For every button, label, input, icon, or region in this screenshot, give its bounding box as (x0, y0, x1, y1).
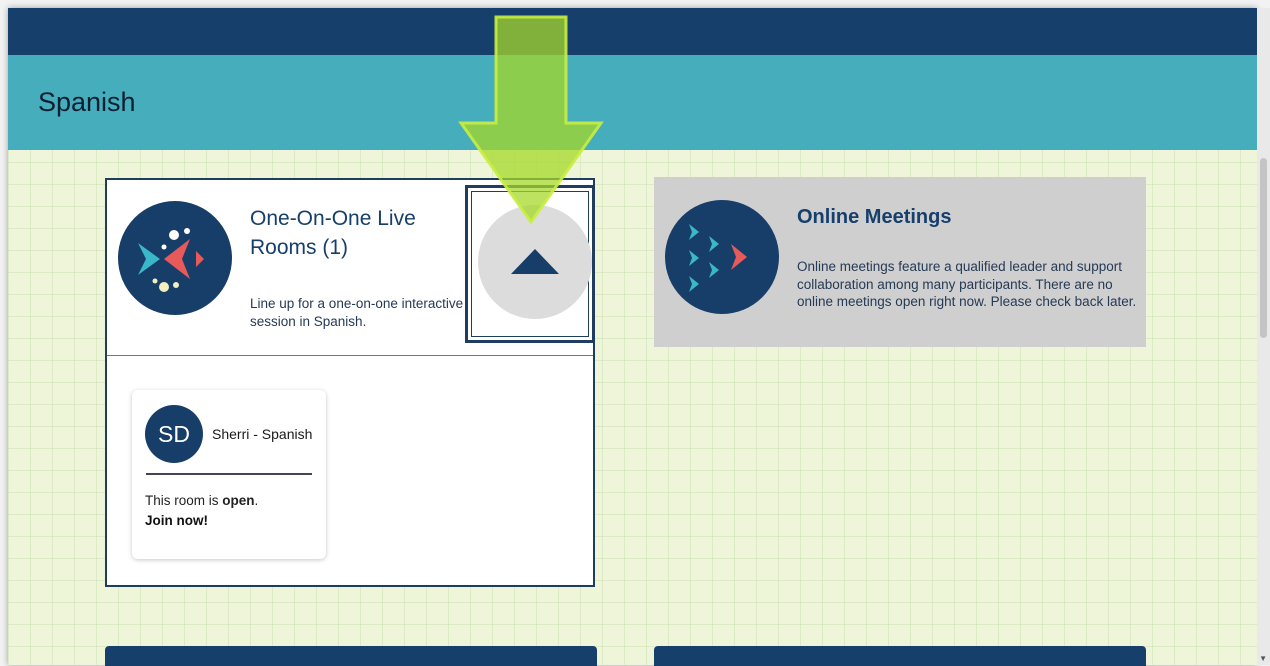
live-rooms-card: One-On-One Live Rooms (1) Line up for a … (105, 178, 595, 587)
page-title: Spanish (38, 87, 136, 117)
room-name: Sherri - Spanish (212, 426, 313, 442)
live-rooms-title: One-On-One Live Rooms (1) (250, 207, 416, 260)
room-status-value: open (222, 493, 255, 508)
avatar: SD (145, 405, 203, 463)
fish-school-logo-icon (665, 200, 779, 314)
bottom-card-left (105, 646, 597, 666)
online-meetings-card: Online Meetings Online meetings feature … (654, 177, 1146, 347)
page-header: Spanish (8, 55, 1257, 150)
online-meetings-description: Online meetings feature a qualified lead… (797, 259, 1137, 310)
fish-logo-icon (118, 201, 232, 315)
room-divider (146, 473, 312, 475)
scrollbar[interactable]: ▼ (1257, 8, 1270, 665)
live-rooms-card-header: One-On-One Live Rooms (1) Line up for a … (107, 180, 595, 356)
online-meetings-title: Online Meetings (797, 206, 952, 228)
triangle-up-icon (511, 249, 559, 274)
room-card[interactable]: SD Sherri - Spanish This room is open. J… (132, 390, 326, 559)
collapse-toggle-button[interactable] (465, 185, 595, 343)
top-nav-bar (8, 8, 1257, 55)
live-rooms-description: Line up for a one-on-one interactive ses… (250, 296, 464, 329)
toggle-circle (478, 205, 592, 319)
bottom-card-right (654, 646, 1146, 666)
join-now-link[interactable]: Join now! (145, 513, 208, 528)
scrollbar-thumb[interactable] (1260, 158, 1267, 338)
scroll-down-icon[interactable]: ▼ (1259, 654, 1267, 663)
room-status: This room is open. (145, 493, 259, 508)
